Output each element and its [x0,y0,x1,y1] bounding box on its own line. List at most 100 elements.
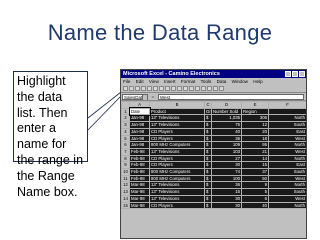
column-header-c[interactable]: C [204,101,212,109]
cell[interactable] [268,107,306,116]
cell[interactable]: West [268,174,306,183]
cell[interactable]: 109 [211,141,242,149]
preview-icon[interactable] [147,86,152,91]
cell[interactable]: West [268,147,306,156]
minimize-button[interactable] [285,71,291,77]
cell[interactable]: 13" Televisions [149,194,205,203]
menu-help[interactable]: Help [253,79,262,84]
cell[interactable]: Jan-98 [129,114,150,123]
cell[interactable]: East [268,127,306,136]
cell[interactable]: Product [149,107,205,116]
cell[interactable]: CD Players [149,161,205,170]
cell[interactable]: 30 [211,161,242,170]
cell[interactable]: West [268,194,306,203]
row-header[interactable]: 4 [121,127,130,136]
cell[interactable]: Mar-98 [129,181,150,190]
cell[interactable]: 75 [211,121,242,129]
cell[interactable]: South [268,168,306,176]
cell[interactable]: $ [204,161,212,170]
row-header[interactable]: 2 [121,114,130,123]
cell[interactable]: Jan-98 [129,141,150,149]
menu-data[interactable]: Data [217,79,227,84]
spell-icon[interactable] [153,86,158,91]
cell[interactable]: 37 [241,168,269,176]
close-button[interactable] [299,71,305,77]
row-header[interactable]: 10 [121,168,130,176]
row-header[interactable]: 7 [121,147,130,156]
cell[interactable]: North [268,201,306,210]
row-header[interactable]: 6 [121,141,130,149]
chevron-down-icon[interactable] [142,94,147,100]
cell[interactable]: 40 [241,201,269,210]
cell[interactable]: Feb-98 [129,174,150,183]
cell[interactable]: 95 [241,141,269,149]
autosum-icon[interactable] [189,86,194,91]
cell[interactable]: $ [204,174,212,183]
cell[interactable]: Feb-98 [129,154,150,163]
cell[interactable]: West [268,134,306,143]
cell[interactable]: CD Players [149,154,205,163]
sort-desc-icon[interactable] [207,86,212,91]
cell[interactable]: South [268,121,306,129]
row-header[interactable]: 12 [121,181,130,190]
zoom-icon[interactable] [219,86,224,91]
print-icon[interactable] [141,86,146,91]
row-header[interactable]: 5 [121,134,130,143]
cell[interactable]: 1,035 [211,114,242,123]
cell[interactable]: Feb-98 [129,161,150,170]
cell[interactable]: 800 MHz Computers [149,168,205,176]
cell[interactable]: CD Players [149,134,205,143]
cell[interactable]: Jan-98 [129,134,150,143]
cell[interactable]: 36 [211,181,242,190]
cell[interactable]: Feb-98 [129,147,150,156]
range-name-box[interactable]: SalesData [122,93,148,100]
cell[interactable]: Mar-98 [129,188,150,196]
column-header-d[interactable]: D [211,101,242,109]
menu-format[interactable]: Format [181,79,196,84]
cell[interactable]: $ [204,168,212,176]
row-header[interactable]: 1 [121,107,130,116]
formula-input[interactable]: West [158,93,304,100]
cell[interactable]: $ [204,181,212,190]
cell[interactable]: Mar-98 [129,194,150,203]
cell[interactable]: Number Sold [211,107,242,116]
cell[interactable]: Jan-98 [129,127,150,136]
cell[interactable]: $ [204,194,212,203]
cell[interactable]: $ [204,201,212,210]
cell[interactable]: CD Players [149,201,205,210]
cell[interactable]: 9 [241,181,269,190]
cell[interactable]: 800 MHz Computers [149,174,205,183]
cell[interactable]: $ [204,154,212,163]
redo-icon[interactable] [183,86,188,91]
cell[interactable]: Region [241,107,269,116]
maximize-button[interactable] [292,71,298,77]
cell[interactable]: 103 [211,147,242,156]
cell[interactable]: North [268,181,306,190]
cell[interactable]: 20 [241,127,269,136]
cell[interactable]: Date [128,107,151,116]
cell[interactable]: 40 [211,127,242,136]
menu-insert[interactable]: Insert [164,79,176,84]
row-header[interactable]: 15 [121,201,130,210]
cell[interactable]: 30 [211,201,242,210]
cell[interactable]: 18 [241,134,269,143]
menu-tools[interactable]: Tools [201,79,212,84]
menu-window[interactable]: Window [232,79,248,84]
cell[interactable]: $ [204,114,212,123]
cell[interactable]: 30 [211,194,242,203]
row-header[interactable]: 8 [121,154,130,163]
menu-file[interactable]: File [123,79,130,84]
menu-view[interactable]: View [149,79,159,84]
cell[interactable]: 13" Televisions [149,188,205,196]
column-header-f[interactable]: F [268,101,306,109]
column-header-a[interactable]: A [129,101,150,109]
cell[interactable]: 50 [241,174,269,183]
cell[interactable]: Jan-98 [129,121,150,129]
cell[interactable]: 74 [211,168,242,176]
cell[interactable]: $ [204,127,212,136]
cell[interactable]: 13" Televisions [149,114,205,123]
cell[interactable]: 15 [241,161,269,170]
cell[interactable]: East [268,161,306,170]
cell[interactable]: 13" Televisions [149,147,205,156]
cell[interactable]: $ [204,141,212,149]
